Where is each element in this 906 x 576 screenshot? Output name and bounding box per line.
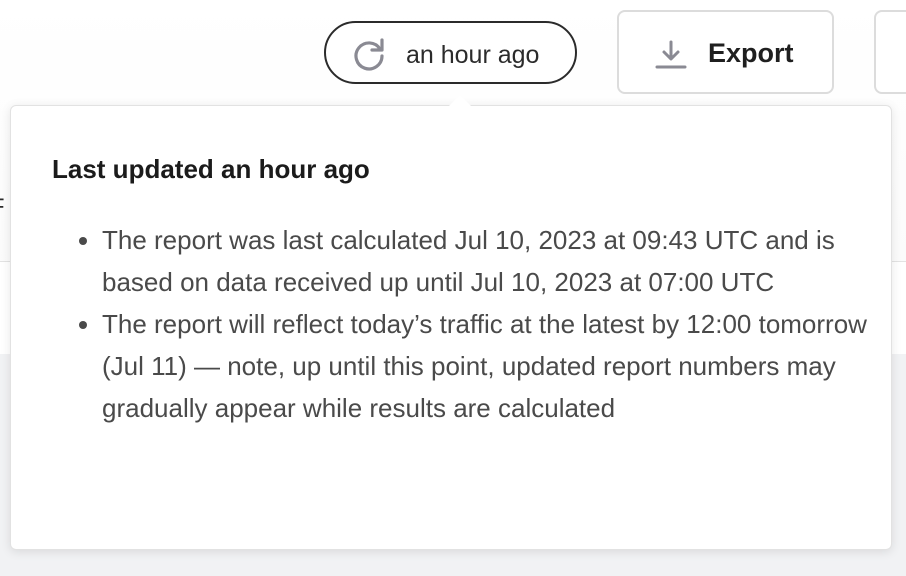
download-icon [655, 40, 687, 69]
popover-title: Last updated an hour ago [52, 154, 370, 184]
list-item: The report was last calculated Jul 10, 2… [102, 219, 868, 303]
export-label: Export [708, 38, 794, 68]
page: F an hour ago Export Last updated an hou… [0, 0, 906, 576]
last-updated-popover: Last updated an hour ago The report was … [10, 95, 892, 550]
last-updated-button[interactable]: an hour ago [324, 21, 577, 84]
refresh-icon [354, 38, 384, 71]
background-clipped-heading: F [0, 194, 4, 220]
export-button[interactable]: Export [617, 10, 834, 94]
list-item: The report will reflect today’s traffic … [102, 303, 868, 429]
popover-arrow [448, 95, 472, 107]
popover-details-list: The report was last calculated Jul 10, 2… [78, 219, 868, 429]
more-options-button[interactable] [874, 10, 906, 94]
last-updated-label: an hour ago [406, 41, 540, 69]
